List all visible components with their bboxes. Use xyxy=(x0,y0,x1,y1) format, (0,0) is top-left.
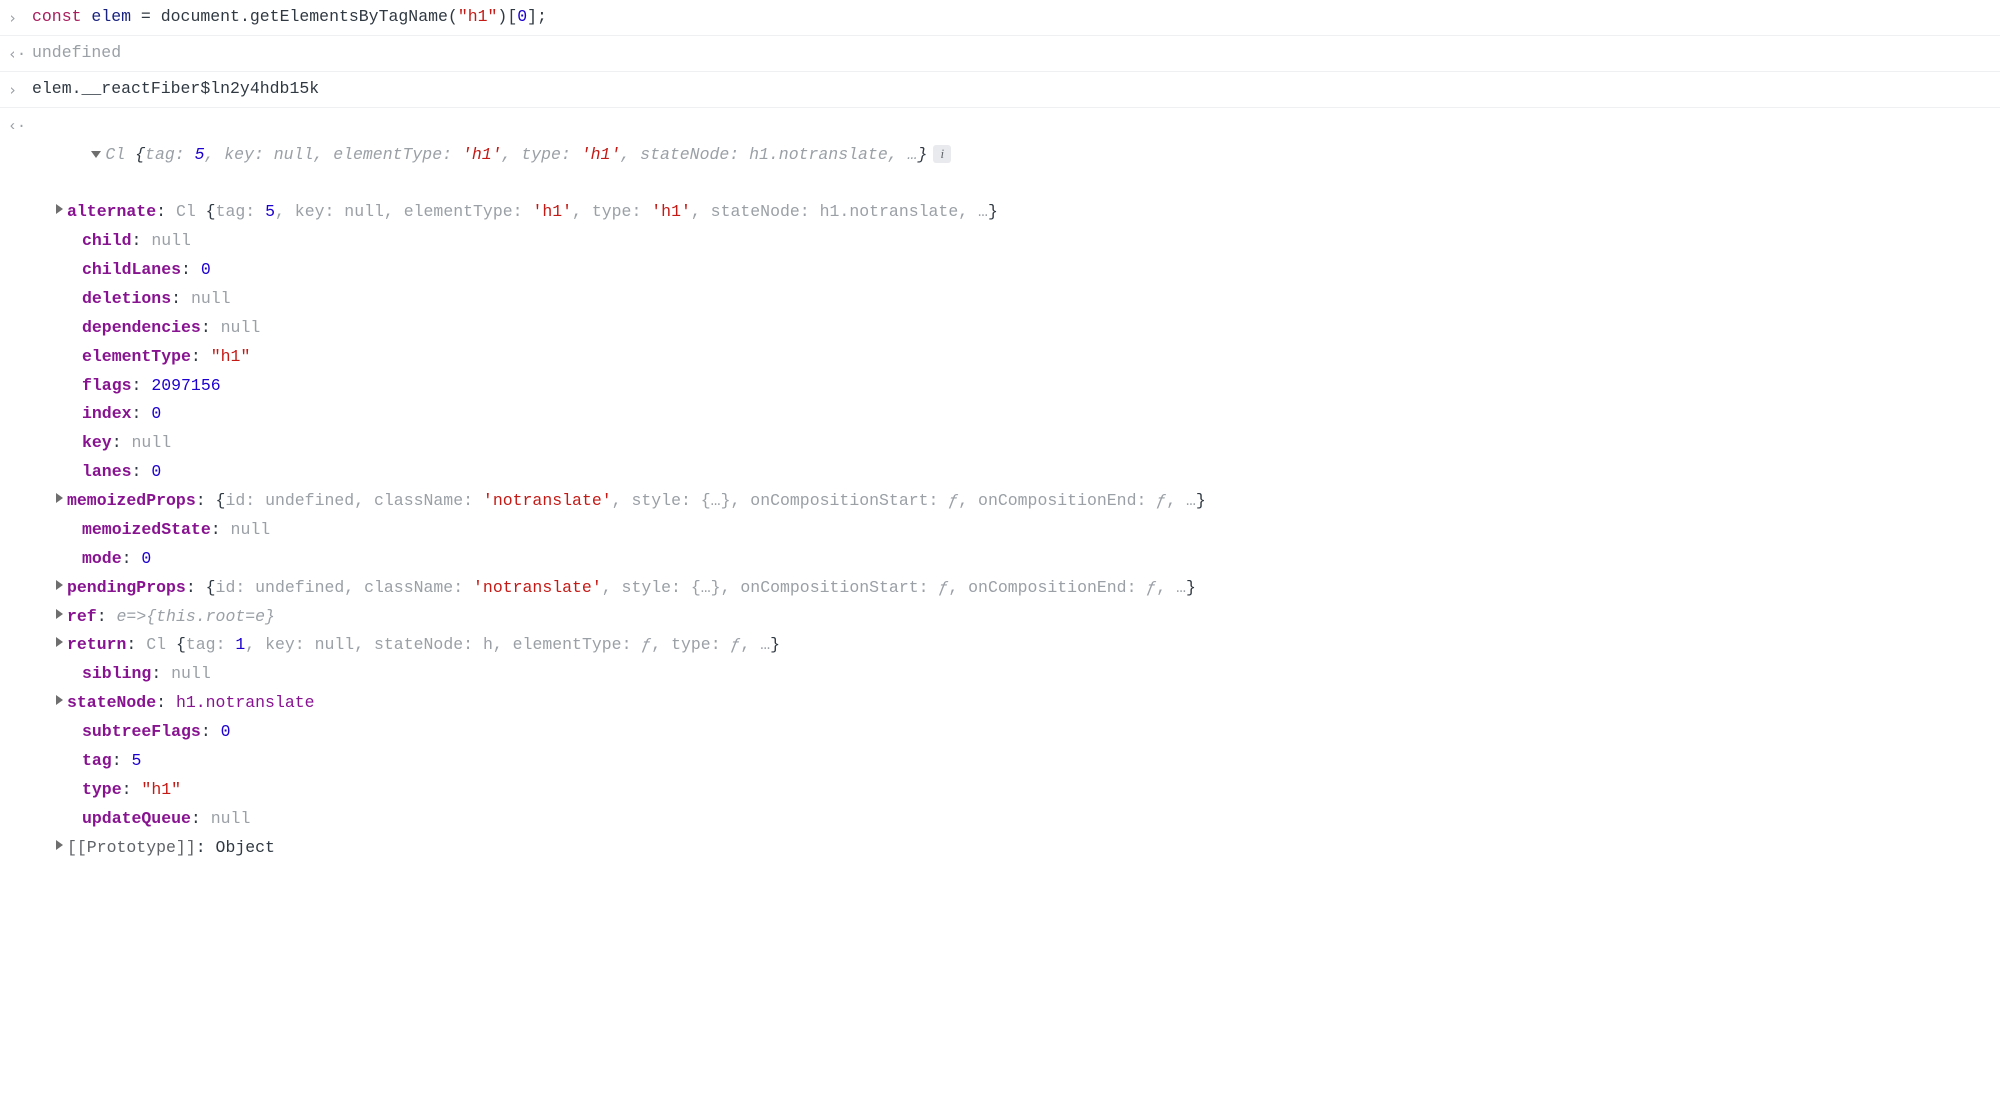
property-key: childLanes xyxy=(82,260,181,279)
property-row-lanes[interactable]: lanes: 0 xyxy=(8,458,1992,487)
property-row-flags[interactable]: flags: 2097156 xyxy=(8,372,1992,401)
property-key: lanes xyxy=(82,462,132,481)
caret-right-icon[interactable] xyxy=(56,637,63,647)
property-key: dependencies xyxy=(82,318,201,337)
caret-right-icon[interactable] xyxy=(56,204,63,214)
console-output-object: ‹· Cl {tag: 5, key: null, elementType: '… xyxy=(0,108,2000,883)
caret-right-icon[interactable] xyxy=(56,609,63,619)
property-value: null xyxy=(171,664,211,683)
property-key: key xyxy=(82,433,112,452)
console-output-undefined: undefined xyxy=(32,39,1992,68)
property-key: memoizedState xyxy=(82,520,211,539)
property-value: null xyxy=(221,318,261,337)
property-row-pendingProps[interactable]: pendingProps: {id: undefined, className:… xyxy=(8,574,1992,603)
property-key: updateQueue xyxy=(82,809,191,828)
property-row-memoizedState[interactable]: memoizedState: null xyxy=(8,516,1992,545)
console-input-code: elem.__reactFiber$ln2y4hdb15k xyxy=(32,75,1992,104)
property-key: elementType xyxy=(82,347,191,366)
property-value: Cl {tag: 1, key: null, stateNode: h, ele… xyxy=(146,635,780,654)
property-row-type[interactable]: type: "h1" xyxy=(8,776,1992,805)
property-key: pendingProps xyxy=(67,578,186,597)
property-value: null xyxy=(132,433,172,452)
info-icon[interactable]: i xyxy=(933,145,951,163)
property-row-deletions[interactable]: deletions: null xyxy=(8,285,1992,314)
property-key: stateNode xyxy=(67,693,156,712)
property-key: type xyxy=(82,780,122,799)
caret-right-icon[interactable] xyxy=(56,580,63,590)
property-row-memoizedProps[interactable]: memoizedProps: {id: undefined, className… xyxy=(8,487,1992,516)
console-input-code: const elem = document.getElementsByTagNa… xyxy=(32,3,1992,32)
property-row-prototype[interactable]: [[Prototype]]: Object xyxy=(8,834,1992,863)
property-key: child xyxy=(82,231,132,250)
property-value: 0 xyxy=(151,404,161,423)
property-row-child[interactable]: child: null xyxy=(8,227,1992,256)
property-row-stateNode[interactable]: stateNode: h1.notranslate xyxy=(8,689,1992,718)
property-value: 0 xyxy=(151,462,161,481)
property-value: null xyxy=(191,289,231,308)
property-value: null xyxy=(211,809,251,828)
caret-right-icon[interactable] xyxy=(56,840,63,850)
object-summary: Cl {tag: 5, key: null, elementType: 'h1'… xyxy=(105,145,927,164)
caret-down-icon[interactable] xyxy=(91,151,101,158)
property-key: [[Prototype]] xyxy=(67,838,196,857)
property-row-elementType[interactable]: elementType: "h1" xyxy=(8,343,1992,372)
prompt-in-icon: › xyxy=(8,3,32,31)
property-value: null xyxy=(151,231,191,250)
property-value: 0 xyxy=(221,722,231,741)
property-row-childLanes[interactable]: childLanes: 0 xyxy=(8,256,1992,285)
property-row-mode[interactable]: mode: 0 xyxy=(8,545,1992,574)
property-row-key[interactable]: key: null xyxy=(8,429,1992,458)
property-row-alternate[interactable]: alternate: Cl {tag: 5, key: null, elemen… xyxy=(8,198,1992,227)
property-row-tag[interactable]: tag: 5 xyxy=(8,747,1992,776)
property-value: 0 xyxy=(141,549,151,568)
property-key: tag xyxy=(82,751,112,770)
caret-right-icon[interactable] xyxy=(56,493,63,503)
property-row-subtreeFlags[interactable]: subtreeFlags: 0 xyxy=(8,718,1992,747)
property-value: "h1" xyxy=(211,347,251,366)
console-input-row[interactable]: › elem.__reactFiber$ln2y4hdb15k xyxy=(0,72,2000,108)
property-key: sibling xyxy=(82,664,151,683)
property-value: "h1" xyxy=(141,780,181,799)
caret-right-icon[interactable] xyxy=(56,695,63,705)
property-row-dependencies[interactable]: dependencies: null xyxy=(8,314,1992,343)
property-value: {id: undefined, className: 'notranslate'… xyxy=(216,491,1206,510)
property-value: Cl {tag: 5, key: null, elementType: 'h1'… xyxy=(176,202,998,221)
property-row-return[interactable]: return: Cl {tag: 1, key: null, stateNode… xyxy=(8,631,1992,660)
property-key: alternate xyxy=(67,202,156,221)
console-output-row: ‹· undefined xyxy=(0,36,2000,72)
property-key: flags xyxy=(82,376,132,395)
property-row-updateQueue[interactable]: updateQueue: null xyxy=(8,805,1992,834)
property-value: e=>{this.root=e} xyxy=(117,607,275,626)
property-value: h1.notranslate xyxy=(176,693,315,712)
property-key: subtreeFlags xyxy=(82,722,201,741)
prompt-in-icon: › xyxy=(8,75,32,103)
property-key: deletions xyxy=(82,289,171,308)
object-summary-row[interactable]: ‹· Cl {tag: 5, key: null, elementType: '… xyxy=(8,112,1992,199)
prompt-out-icon: ‹· xyxy=(8,112,32,140)
console-input-row[interactable]: › const elem = document.getElementsByTag… xyxy=(0,0,2000,36)
property-value: 5 xyxy=(132,751,142,770)
prompt-out-icon: ‹· xyxy=(8,39,32,67)
property-row-index[interactable]: index: 0 xyxy=(8,400,1992,429)
property-key: mode xyxy=(82,549,122,568)
property-value: null xyxy=(231,520,271,539)
property-key: ref xyxy=(67,607,97,626)
property-row-ref[interactable]: ref: e=>{this.root=e} xyxy=(8,603,1992,632)
property-value: 2097156 xyxy=(151,376,220,395)
property-value: Object xyxy=(216,838,275,857)
property-value: 0 xyxy=(201,260,211,279)
property-row-sibling[interactable]: sibling: null xyxy=(8,660,1992,689)
property-key: memoizedProps xyxy=(67,491,196,510)
property-value: {id: undefined, className: 'notranslate'… xyxy=(206,578,1196,597)
property-key: index xyxy=(82,404,132,423)
property-key: return xyxy=(67,635,126,654)
